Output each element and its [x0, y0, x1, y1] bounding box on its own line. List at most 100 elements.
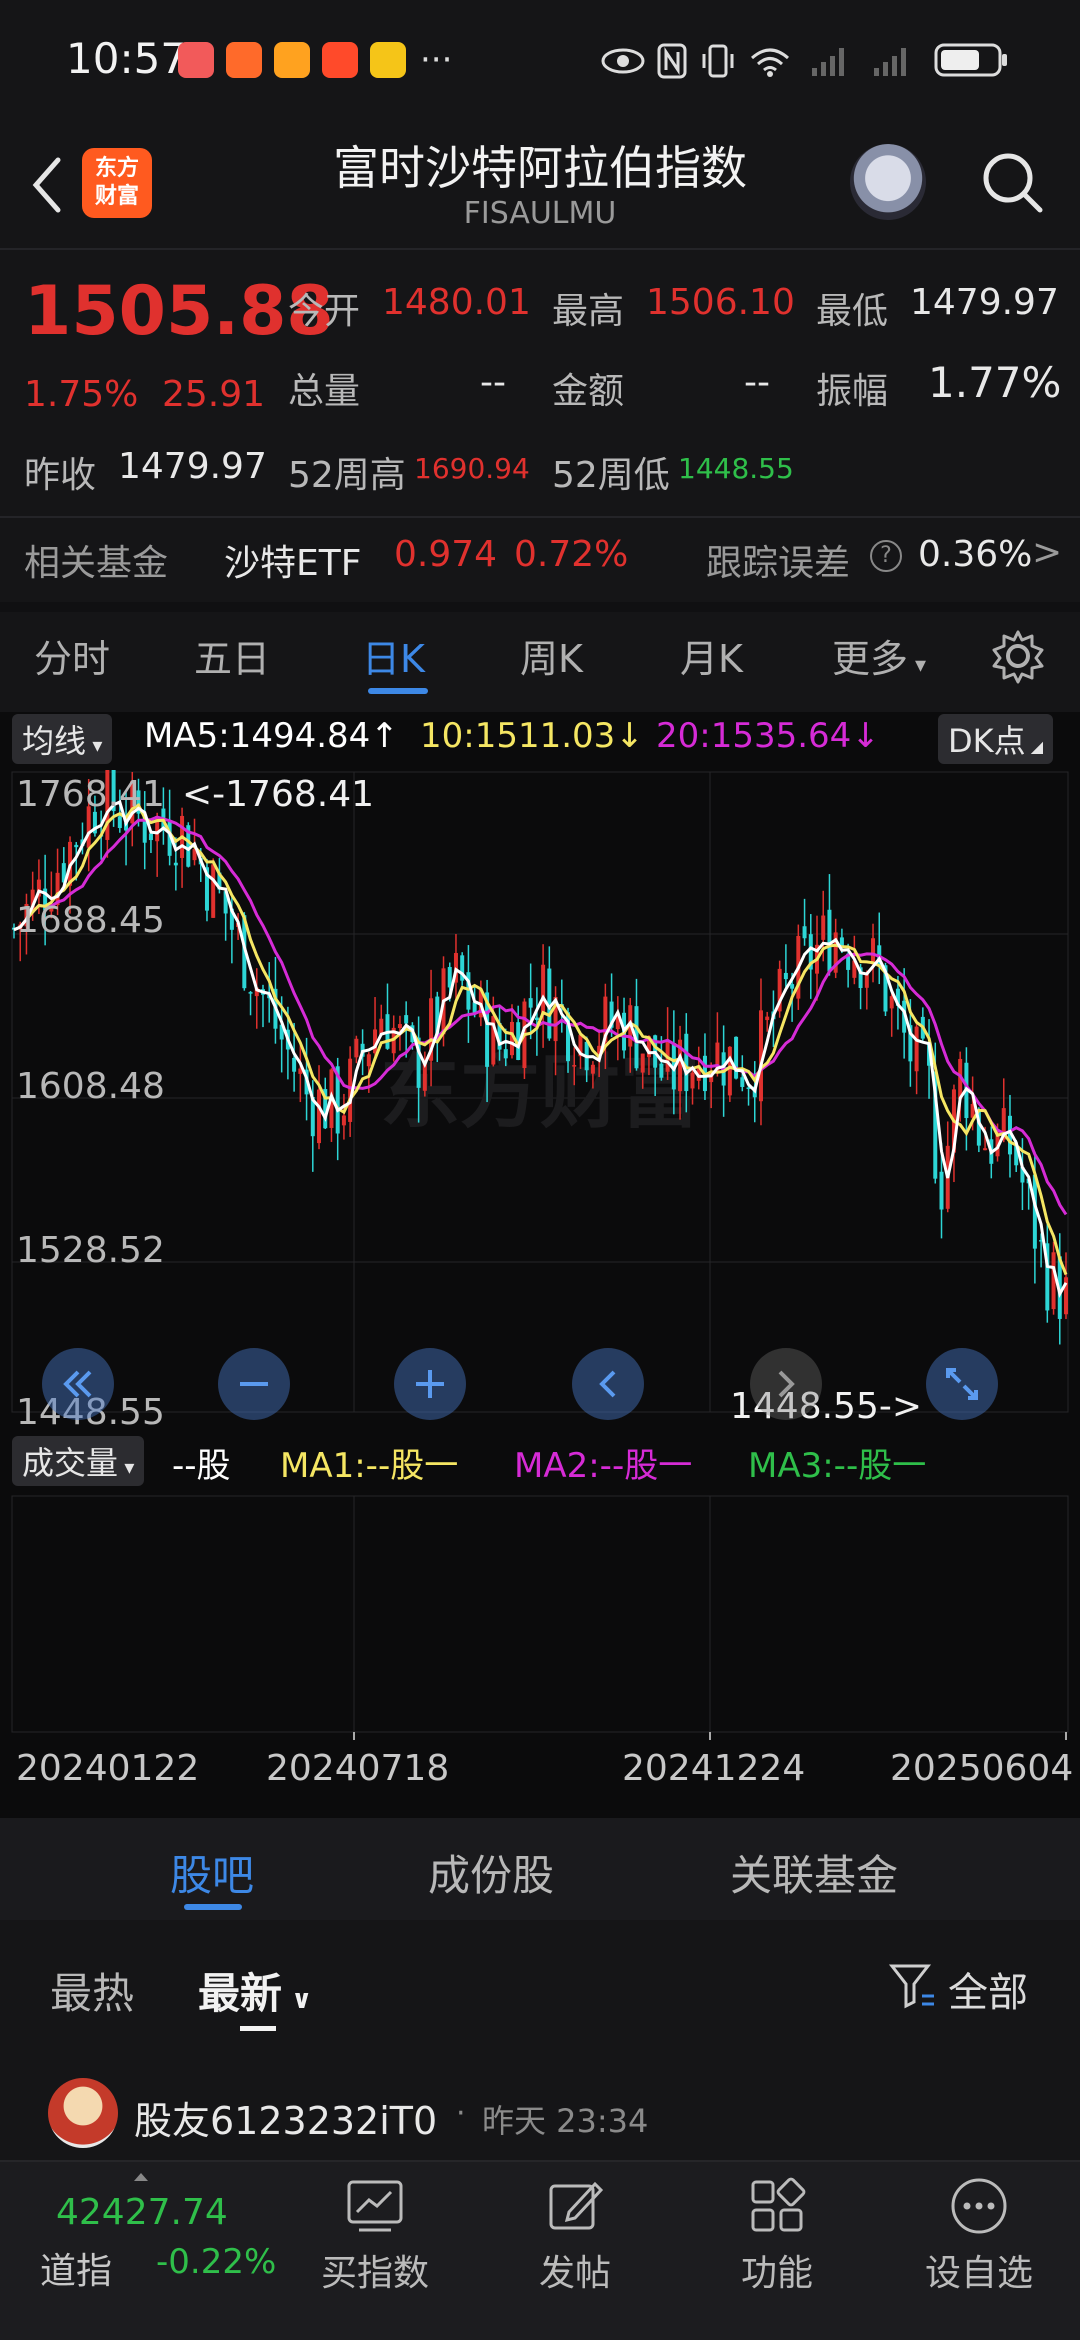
tab-intraday[interactable]: 分时: [34, 628, 110, 683]
candle-body: [354, 1038, 359, 1058]
scroll-left-button[interactable]: [572, 1348, 644, 1420]
tab-stock-forum[interactable]: 股吧: [170, 1842, 254, 1903]
volume-selector[interactable]: 成交量 ▾: [12, 1436, 145, 1486]
top-bar: 东方 财富 富时沙特阿拉伯指数 FISAULMU: [0, 120, 1080, 250]
prev-close-value: 1479.97: [118, 446, 267, 487]
chevron-down-icon: ▾: [118, 1455, 135, 1479]
fullscreen-button[interactable]: [926, 1348, 998, 1420]
status-bar: 10:57 ···: [0, 0, 1080, 120]
scroll-right-button[interactable]: [750, 1348, 822, 1420]
open-label: 今开: [288, 291, 361, 332]
expand-icon: [946, 1368, 978, 1400]
y-label: 1768.41: [16, 774, 165, 815]
filter-hot[interactable]: 最热: [50, 1960, 134, 2021]
candle-body: [534, 1017, 539, 1020]
avatar[interactable]: [48, 2078, 118, 2148]
candle-body: [727, 1046, 732, 1096]
dow-index-name[interactable]: 道指: [40, 2242, 112, 2294]
dk-point-label: DK点: [948, 722, 1026, 760]
w52-high-label: 52周高: [288, 455, 406, 496]
search-icon[interactable]: [978, 148, 1048, 218]
candle-body: [211, 864, 216, 918]
candle-body: [827, 909, 832, 972]
dow-index-value[interactable]: 42427.74: [56, 2192, 228, 2233]
fund-price: 0.974: [394, 534, 498, 575]
candle-body: [292, 1057, 297, 1072]
ma10-line: [13, 802, 1068, 1276]
tab-related-funds[interactable]: 关联基金: [730, 1842, 898, 1903]
active-tab-indicator: [184, 1904, 242, 1910]
filter-all[interactable]: 全部: [948, 1960, 1028, 2018]
candle-body: [783, 972, 788, 980]
vibrate-icon: [702, 44, 734, 78]
nav-label: 买指数: [320, 2253, 429, 2294]
y-label: 1608.48: [16, 1066, 165, 1107]
open-value: 1480.01: [382, 282, 531, 323]
fund-name: 沙特ETF: [224, 543, 362, 584]
candle-body: [684, 1033, 689, 1092]
volume-ma2: MA2:--股一: [514, 1446, 693, 1486]
help-icon[interactable]: ?: [870, 540, 902, 572]
assistant-robot-icon[interactable]: [850, 144, 926, 220]
scroll-to-start-button[interactable]: [42, 1348, 114, 1420]
post-username[interactable]: 股友6123232iT0: [134, 2090, 437, 2145]
nav-functions[interactable]: 功能: [702, 2176, 852, 2296]
tab-daily-k[interactable]: 日K: [362, 628, 425, 683]
tab-weekly-k[interactable]: 周K: [520, 628, 583, 683]
candle-body: [366, 1054, 371, 1067]
candle-body: [541, 964, 546, 1015]
zoom-out-button[interactable]: [218, 1348, 290, 1420]
candle-body: [765, 1016, 770, 1021]
post-time: 昨天 23:34: [482, 2102, 649, 2140]
tab-monthly-k[interactable]: 月K: [680, 628, 743, 683]
signal-icon: [874, 48, 906, 76]
chevron-left-icon: [599, 1370, 616, 1398]
candle-body: [802, 926, 807, 939]
candle-body: [640, 1053, 645, 1073]
y-label: 1688.45: [16, 900, 165, 941]
tab-constituents[interactable]: 成份股: [428, 1842, 554, 1903]
candle-body: [173, 862, 178, 866]
zoom-in-button[interactable]: [394, 1348, 466, 1420]
back-icon[interactable]: [22, 150, 82, 220]
caret-up-icon: [134, 2166, 148, 2181]
amplitude-label: 振幅: [816, 371, 889, 412]
volume-unit: --股: [172, 1446, 231, 1486]
w52-low-label: 52周低: [552, 455, 670, 496]
candle-body: [148, 833, 153, 841]
amplitude-value: 1.77%: [928, 358, 1062, 407]
filter-newest[interactable]: 最新 ∨: [198, 1960, 312, 2021]
signal-icon: [812, 48, 844, 76]
candle-body: [871, 938, 876, 965]
candle-body: [659, 1063, 664, 1078]
amount-label: 金额: [552, 371, 625, 412]
ma20-value: 20:1535.64↓: [656, 716, 880, 756]
divider: [0, 602, 1080, 612]
tab-five-day[interactable]: 五日: [194, 628, 270, 683]
filter-funnel-icon[interactable]: [888, 1960, 938, 2010]
related-fund-row[interactable]: 相关基金 沙特ETF 0.974 0.72% 跟踪误差 ? 0.36% >: [0, 518, 1080, 602]
tab-more[interactable]: 更多 ▾: [832, 628, 926, 683]
candle-body: [503, 1049, 508, 1059]
nav-buy-index[interactable]: 买指数: [300, 2176, 450, 2296]
x-label: 20240718: [266, 1748, 450, 1789]
ma-selector[interactable]: 均线 ▾: [12, 714, 113, 764]
settings-gear-icon[interactable]: [990, 628, 1046, 684]
amount-value: --: [744, 362, 770, 403]
eye-icon: [601, 48, 645, 74]
high-value: 1506.10: [646, 282, 795, 323]
nav-add-watchlist[interactable]: 设自选: [904, 2176, 1054, 2296]
nav-post[interactable]: 发帖: [500, 2176, 650, 2296]
candle-body: [790, 984, 795, 989]
chevron-down-icon: ▾: [908, 653, 927, 678]
dk-point-button[interactable]: DK点 ◢: [938, 714, 1054, 764]
tracking-error-label: 跟踪误差: [706, 543, 851, 584]
brand-logo[interactable]: 东方 财富: [82, 148, 152, 218]
candle-body: [117, 816, 122, 829]
candle-body: [939, 1171, 944, 1210]
corner-icon: ◢: [1025, 737, 1044, 756]
post-separator: ·: [456, 2096, 466, 2131]
index-code: FISAULMU: [463, 196, 617, 231]
volume-selector-label: 成交量: [22, 1444, 119, 1482]
status-time: 10:57: [66, 34, 188, 83]
